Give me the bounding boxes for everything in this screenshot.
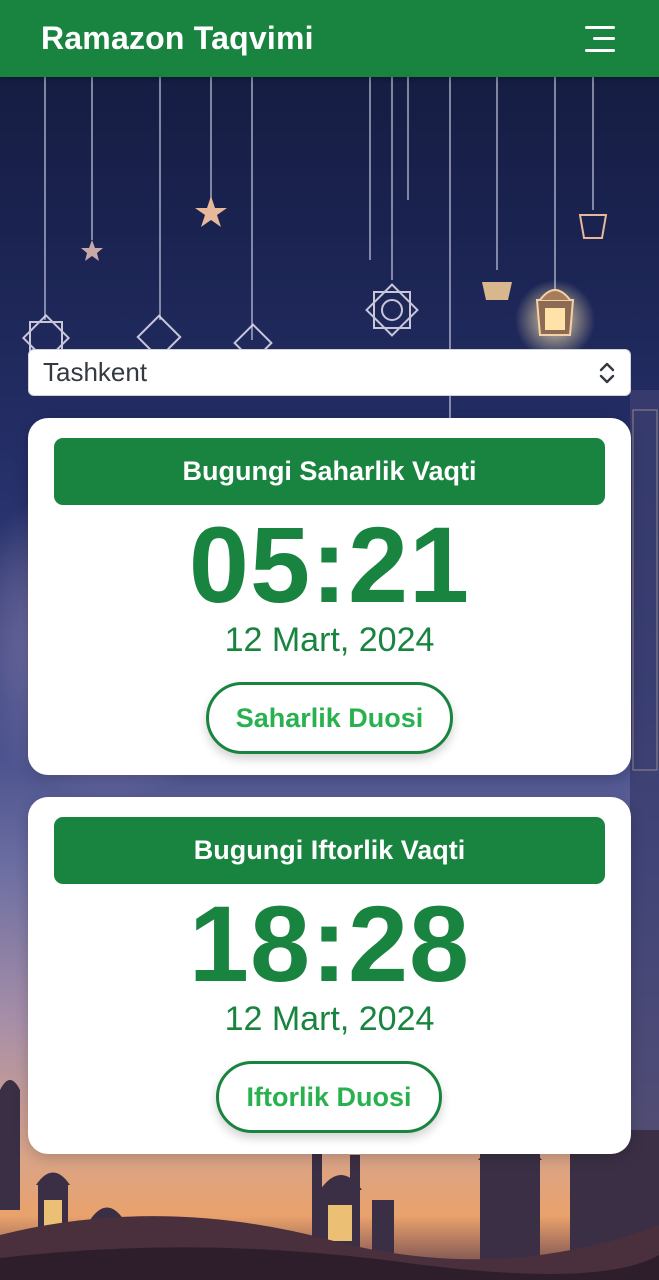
city-select[interactable]: Tashkent xyxy=(28,349,631,396)
menu-bar xyxy=(585,25,615,29)
menu-bar xyxy=(585,48,615,52)
saharlik-duosi-button[interactable]: Saharlik Duosi xyxy=(206,682,453,754)
iftorlik-date: 12 Mart, 2024 xyxy=(224,1000,435,1038)
city-select-value: Tashkent xyxy=(43,357,148,387)
app-header: Ramazon Taqvimi xyxy=(0,0,659,77)
select-updown-arrows-icon xyxy=(599,362,615,383)
iftorlik-heading: Bugungi Iftorlik Vaqti xyxy=(54,817,605,884)
menu-bar xyxy=(593,37,615,40)
iftorlik-time: 18:28 xyxy=(188,883,471,1004)
iftorlik-duosi-button[interactable]: Iftorlik Duosi xyxy=(216,1061,442,1133)
hamburger-menu-icon[interactable] xyxy=(585,25,615,52)
iftorlik-card: Bugungi Iftorlik Vaqti 18:28 12 Mart, 20… xyxy=(28,797,631,1154)
app-title: Ramazon Taqvimi xyxy=(41,20,314,56)
saharlik-time: 05:21 xyxy=(188,504,471,625)
saharlik-date: 12 Mart, 2024 xyxy=(224,621,435,659)
saharlik-card: Bugungi Saharlik Vaqti 05:21 12 Mart, 20… xyxy=(28,418,631,775)
saharlik-heading: Bugungi Saharlik Vaqti xyxy=(54,438,605,505)
